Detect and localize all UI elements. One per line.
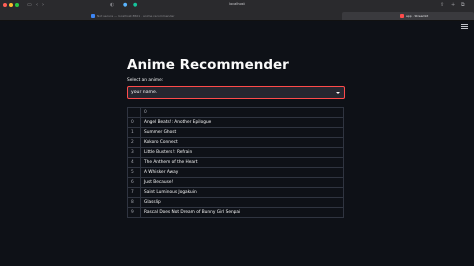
table-row[interactable]: 4 The Anthem of the Heart (127, 157, 344, 168)
anime-name-cell[interactable]: Rascal Does Not Dream of Bunny Girl Senp… (140, 207, 344, 218)
grammar-extension-icon[interactable]: ● (133, 2, 137, 8)
table-row[interactable]: 7 Saint Luminous Jogakuin (127, 187, 344, 198)
table-row[interactable]: 5A Whisker Away (127, 167, 344, 178)
extension-icon[interactable]: ● (123, 2, 127, 8)
table-row[interactable]: 1 Summer Ghost (127, 127, 344, 138)
tab-bar: Not secure — localhost:8501 · anime reco… (86, 12, 474, 21)
anime-name-cell[interactable]: Just Because! (140, 177, 344, 188)
table-row[interactable]: 8 Glasslip (127, 197, 344, 208)
select-value[interactable]: your name. (131, 90, 157, 95)
row-index: 7 (127, 187, 141, 198)
forward-icon[interactable]: › (42, 2, 44, 8)
close-window-button[interactable] (3, 3, 7, 7)
tab-label: app · Streamlit (406, 13, 429, 18)
main-content: Anime Recommender Select an anime: your … (127, 57, 345, 218)
index-header (127, 107, 141, 118)
main-menu-icon[interactable] (461, 24, 468, 30)
anime-select[interactable]: your name. (127, 86, 345, 99)
tab-overview-icon[interactable]: ⧉ (461, 2, 465, 8)
row-index: 0 (127, 117, 141, 128)
column-header[interactable]: 0 (140, 107, 344, 118)
anime-name-cell[interactable]: Saint Luminous Jogakuin (140, 187, 344, 198)
table-row[interactable]: 2 Kokoro Connect (127, 137, 344, 148)
anime-name-cell[interactable]: Summer Ghost (140, 127, 344, 138)
recommendations-table: 0 0 Angel Beats!: Another Epilogue 1 Summe… (127, 107, 344, 218)
row-index: 1 (127, 127, 141, 138)
table-row[interactable]: 3 Little Busters!: Refrain (127, 147, 344, 158)
select-label: Select an anime: (127, 78, 164, 83)
minimize-window-button[interactable] (9, 3, 13, 7)
anime-name-cell[interactable]: Angel Beats!: Another Epilogue (140, 117, 344, 128)
row-index: 9 (127, 207, 141, 218)
table-header-row: 0 (127, 107, 344, 118)
row-index: 4 (127, 157, 141, 168)
streamlit-favicon-icon (400, 14, 404, 18)
tab-label: Not secure — localhost:8501 · anime reco… (97, 13, 175, 18)
table-row[interactable]: 6 Just Because! (127, 177, 344, 188)
row-index: 8 (127, 197, 141, 208)
tab-localhost[interactable]: Not secure — localhost:8501 · anime reco… (86, 12, 340, 20)
share-icon[interactable]: ⇪ (440, 2, 444, 8)
maximize-window-button[interactable] (15, 3, 19, 7)
anime-name-cell[interactable]: Kokoro Connect (140, 137, 344, 148)
anime-name-cell[interactable]: Glasslip (140, 197, 344, 208)
row-index: 2 (127, 137, 141, 148)
row-index: 6 (127, 177, 141, 188)
anime-name-cell[interactable]: A Whisker Away (140, 167, 344, 178)
sidebar-toggle-icon[interactable]: ▭ (27, 2, 32, 8)
tab-streamlit-app[interactable]: app · Streamlit (342, 12, 474, 20)
back-icon[interactable]: ‹ (36, 2, 38, 8)
anime-name-cell[interactable]: Little Busters!: Refrain (140, 147, 344, 158)
anime-name-cell[interactable]: The Anthem of the Heart (140, 157, 344, 168)
row-index: 3 (127, 147, 141, 158)
table-row[interactable]: 0 Angel Beats!: Another Epilogue (127, 117, 344, 128)
window-title: localhost (229, 2, 245, 6)
page-title: Anime Recommender (127, 57, 289, 73)
chevron-down-icon[interactable] (336, 92, 340, 94)
new-tab-icon[interactable]: + (451, 2, 455, 8)
row-index: 5 (127, 167, 141, 178)
shield-icon[interactable]: ◐ (110, 2, 114, 8)
table-row[interactable]: 9 Rascal Does Not Dream of Bunny Girl Sen… (127, 207, 344, 218)
browser-toolbar: ▭ ‹ › ◐ ● ● localhost ⇪ + ⧉ Not secure —… (0, 0, 474, 21)
page-favicon-icon (91, 14, 95, 18)
